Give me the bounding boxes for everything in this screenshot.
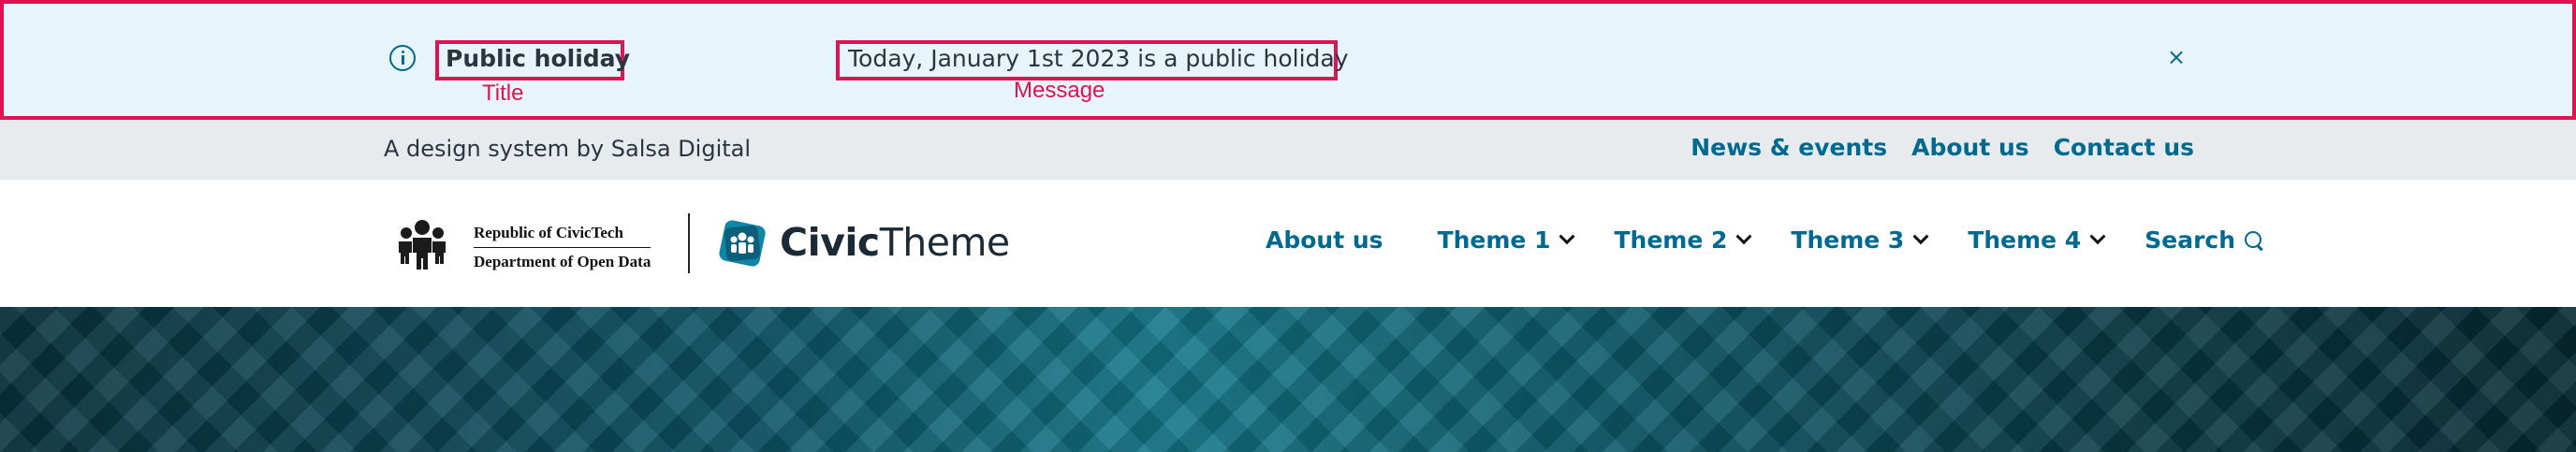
brand-wordmark[interactable]: CivicTheme bbox=[780, 220, 1010, 265]
alert-banner: Public holiday Title Today, January 1st … bbox=[0, 0, 2576, 120]
gov-logo-line2: Department of Open Data bbox=[474, 253, 651, 270]
hero-background-image bbox=[0, 307, 2576, 452]
nav-item-theme-3[interactable]: Theme 3 bbox=[1791, 226, 1929, 254]
nav-item-theme-2[interactable]: Theme 2 bbox=[1614, 226, 1752, 254]
util-link-contact-us[interactable]: Contact us bbox=[2054, 134, 2194, 161]
chevron-down-icon bbox=[1912, 227, 1929, 244]
alert-message: Today, January 1st 2023 is a public holi… bbox=[848, 45, 1349, 72]
nav-label-search: Search bbox=[2144, 226, 2236, 254]
util-link-about-us[interactable]: About us bbox=[1911, 134, 2029, 161]
nav-item-about-us[interactable]: About us bbox=[1266, 226, 1383, 254]
secondary-navigation: News & events About us Contact us bbox=[1690, 134, 2194, 161]
logo-divider bbox=[688, 213, 690, 273]
site-header: Republic of CivicTech Department of Open… bbox=[0, 180, 2576, 307]
nav-label-theme-3: Theme 3 bbox=[1791, 226, 1905, 254]
site-tagline: A design system by Salsa Digital bbox=[384, 136, 752, 162]
chevron-down-icon bbox=[1559, 227, 1575, 244]
close-icon[interactable]: × bbox=[2166, 45, 2187, 69]
annotation-message-label: Message bbox=[1014, 78, 1105, 103]
chevron-down-icon bbox=[2089, 227, 2106, 244]
search-icon bbox=[2245, 230, 2263, 250]
brand-regular: Theme bbox=[879, 220, 1010, 265]
gov-logo-line1: Republic of CivicTech bbox=[474, 221, 651, 248]
nav-label-about-us: About us bbox=[1266, 226, 1383, 254]
government-logo-text: Republic of CivicTech Department of Open… bbox=[474, 221, 651, 274]
government-crest-icon[interactable] bbox=[398, 219, 446, 271]
nav-item-theme-4[interactable]: Theme 4 bbox=[1968, 226, 2106, 254]
top-utility-bar: A design system by Salsa Digital News & … bbox=[0, 120, 2576, 180]
info-icon bbox=[389, 45, 416, 71]
civictheme-logo-icon[interactable] bbox=[716, 217, 768, 270]
chevron-down-icon bbox=[1735, 227, 1752, 244]
util-link-news-events[interactable]: News & events bbox=[1690, 134, 1887, 161]
nav-label-theme-2: Theme 2 bbox=[1614, 226, 1728, 254]
nav-label-theme-4: Theme 4 bbox=[1968, 226, 2082, 254]
alert-title: Public holiday bbox=[446, 45, 631, 72]
annotation-title-label: Title bbox=[482, 80, 524, 106]
brand-bold: Civic bbox=[780, 220, 880, 265]
nav-item-search[interactable]: Search bbox=[2144, 226, 2263, 254]
main-navigation: About us Theme 1 Theme 2 Theme 3 Theme 4… bbox=[1266, 226, 2263, 254]
nav-label-theme-1: Theme 1 bbox=[1437, 226, 1551, 254]
nav-item-theme-1[interactable]: Theme 1 bbox=[1437, 226, 1575, 254]
